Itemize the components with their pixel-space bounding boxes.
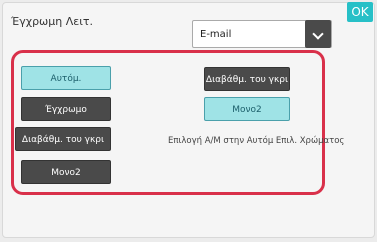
destination-dropdown[interactable]: E-mail	[192, 20, 332, 48]
dropdown-value: E-mail	[200, 29, 232, 40]
auto-bw-mono2-button[interactable]: Μονο2	[204, 97, 290, 121]
auto-bw-description: Επιλογή Α/Μ στην Αυτόμ Επιλ. Χρώματος	[168, 136, 345, 146]
page-title: Έγχρωμη Λειτ.	[11, 15, 94, 28]
settings-panel: Έγχρωμη Λειτ. E-mail Αυτόμ. Έγχρωμο Διαβ…	[2, 2, 375, 238]
mono2-button[interactable]: Μονο2	[21, 160, 111, 184]
chevron-down-icon[interactable]	[305, 20, 331, 48]
grayscale-button[interactable]: Διαβάθμ. του γκρι	[15, 127, 111, 151]
full-color-button[interactable]: Έγχρωμο	[21, 97, 111, 121]
auto-bw-grayscale-button[interactable]: Διαβάθμ. του γκρι	[204, 67, 290, 91]
ok-button[interactable]: OK	[347, 2, 373, 22]
color-mode-screen: Έγχρωμη Λειτ. E-mail Αυτόμ. Έγχρωμο Διαβ…	[0, 0, 377, 242]
auto-button[interactable]: Αυτόμ.	[21, 66, 111, 90]
